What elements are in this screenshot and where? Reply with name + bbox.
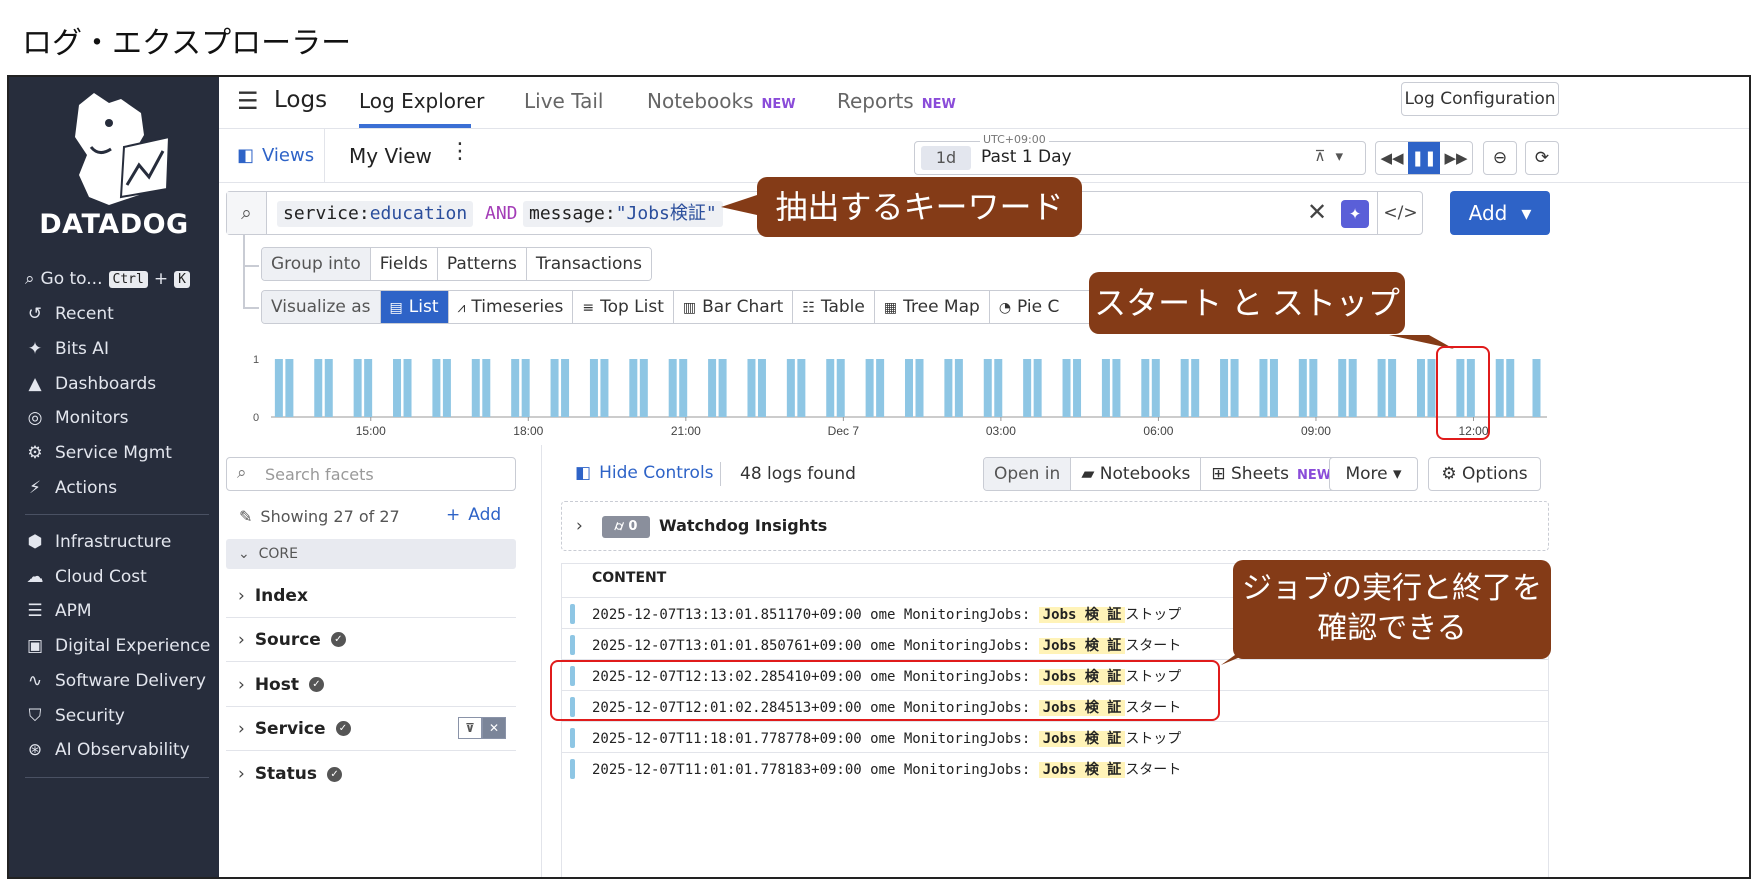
start-stop-highlight-box [1436, 346, 1490, 440]
confirm-line-1: ジョブの実行と終了を [1242, 572, 1542, 605]
app-window: DATADOG ⌕ Go to... Ctrl + K ↺ Recent ✦ Bit… [7, 75, 1751, 879]
keyword-callout-pointer [721, 195, 757, 215]
confirm-line-2: 確認できる [1317, 612, 1467, 645]
page-title: ログ・エクスプローラー [22, 26, 352, 61]
confirm-callout: ジョブの実行と終了を 確認できる [1233, 560, 1551, 659]
start-stop-callout: スタート と ストップ [1089, 272, 1405, 334]
keyword-callout: 抽出するキーワード [757, 177, 1082, 237]
rows-highlight-box [550, 660, 1220, 721]
